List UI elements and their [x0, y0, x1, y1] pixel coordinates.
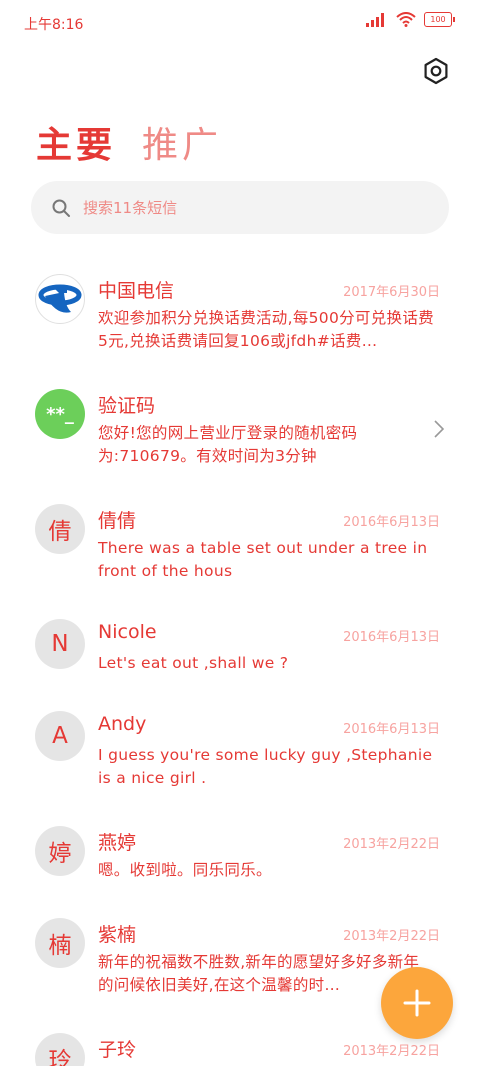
new-message-button[interactable]	[381, 967, 453, 1039]
avatar: N	[35, 619, 85, 669]
tab-main[interactable]: 主要	[36, 116, 116, 168]
contact-name: 子玲	[98, 1039, 137, 1061]
contact-name: 燕婷	[98, 832, 137, 854]
message-date: 2017年6月30日	[343, 285, 440, 300]
message-preview: There was a table set out under a tree i…	[98, 539, 428, 580]
avatar	[35, 274, 85, 324]
message-date: 2016年6月13日	[343, 630, 440, 645]
search-input[interactable]: 搜索11条短信	[83, 197, 177, 218]
china-telecom-logo	[38, 284, 82, 313]
signal-icon	[366, 12, 384, 27]
avatar: A	[35, 711, 85, 761]
message-date: 2016年6月13日	[343, 722, 440, 737]
message-preview: I guess you're some lucky guy ,Stephanie…	[98, 746, 433, 787]
gear-icon	[424, 57, 448, 85]
tab-promotions[interactable]: 推广	[142, 116, 222, 168]
avatar: **_	[35, 389, 85, 439]
search-icon	[52, 199, 70, 217]
search-bar[interactable]: 搜索11条短信	[31, 181, 449, 234]
message-date: 2013年2月22日	[343, 1044, 440, 1059]
conversation-item[interactable]: 中国电信 2017年6月30日 欢迎参加积分兑换话费活动,每500分可兑换话费5…	[0, 254, 480, 369]
contact-name: Nicole	[98, 621, 157, 643]
plus-icon	[403, 989, 431, 1017]
contact-name: 验证码	[98, 395, 156, 417]
contact-name: 紫楠	[98, 924, 137, 946]
settings-button[interactable]	[422, 57, 450, 85]
avatar: 楠	[35, 918, 85, 968]
contact-name: 中国电信	[98, 280, 175, 302]
wifi-icon	[396, 12, 416, 27]
message-preview: 您好!您的网上营业厅登录的随机密码为:710679。有效时间为3分钟	[98, 424, 358, 465]
message-date: 2013年2月22日	[343, 837, 440, 852]
status-bar: 上午8:16 100	[0, 0, 480, 46]
message-preview: Let's eat out ,shall we ?	[98, 654, 289, 672]
message-preview: 欢迎参加积分兑换话费活动,每500分可兑换话费5元,兑换话费请回复106或jfd…	[98, 309, 434, 350]
conversation-item[interactable]: A Andy 2016年6月13日 I guess you're some lu…	[0, 691, 480, 806]
battery-icon: 100	[424, 12, 455, 27]
message-date: 2013年2月22日	[343, 929, 440, 944]
avatar: 玲	[35, 1033, 85, 1066]
message-preview: 嗯。收到啦。同乐同乐。	[98, 861, 272, 879]
message-date: 2016年6月13日	[343, 515, 440, 530]
contact-name: 倩倩	[98, 510, 137, 532]
conversation-item[interactable]: 倩 倩倩 2016年6月13日 There was a table set ou…	[0, 484, 480, 599]
conversation-item[interactable]: **_ 验证码 您好!您的网上营业厅登录的随机密码为:710679。有效时间为3…	[0, 369, 480, 484]
tab-bar: 主要 推广	[36, 116, 222, 168]
contact-name: Andy	[98, 713, 147, 735]
status-time: 上午8:16	[24, 17, 84, 33]
avatar: 婷	[35, 826, 85, 876]
chevron-right-icon[interactable]	[434, 420, 444, 438]
status-icons: 100	[366, 12, 455, 27]
avatar: 倩	[35, 504, 85, 554]
